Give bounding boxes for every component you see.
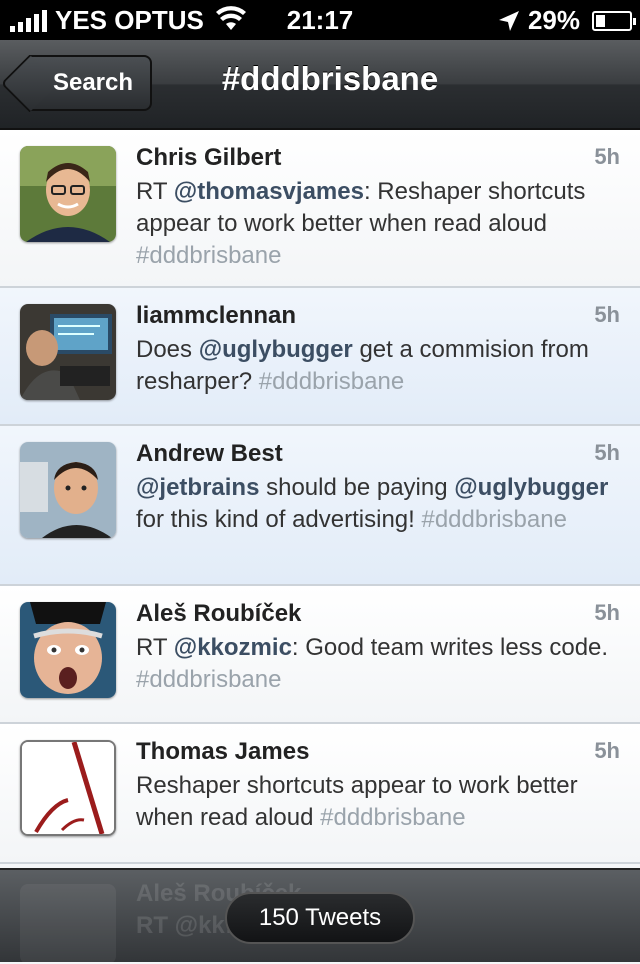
hashtag-link[interactable]: #dddbrisbane <box>136 666 281 693</box>
tweet-time: 5h <box>594 302 620 327</box>
avatar[interactable] <box>20 602 116 698</box>
tweet-text: @jetbrains should be paying @uglybugger … <box>136 472 626 536</box>
avatar[interactable] <box>20 740 116 836</box>
tweet-row[interactable]: Andrew Best 5h @jetbrains should be payi… <box>0 426 640 586</box>
navigation-bar: Search #dddbrisbane <box>0 40 640 130</box>
back-button-label: Search <box>52 69 134 96</box>
battery-percent: 29% <box>527 5 580 35</box>
tweet-list[interactable]: Chris Gilbert 5h RT @thomasvjames: Resha… <box>0 130 640 864</box>
avatar[interactable] <box>20 442 116 538</box>
hashtag-link[interactable]: #dddbrisbane <box>259 368 404 395</box>
tweet-row[interactable]: Aleš Roubíček 5h RT @kkozmic: Good team … <box>0 586 640 724</box>
peek-avatar <box>20 884 116 964</box>
tweet-author: Thomas James <box>136 738 310 765</box>
tweet-text-fragment: : Good team writes less code. <box>291 634 609 661</box>
tweet-text: RT @thomasvjames: Reshaper shortcuts app… <box>136 176 626 272</box>
bottom-bar: Aleš Roubíček RT @kk… vs them" on 150 Tw… <box>0 868 640 964</box>
tweet-text: RT @kkozmic: Good team writes less code.… <box>136 632 626 696</box>
tweet-text-fragment: RT <box>136 178 174 205</box>
tweet-author: liammclennan <box>136 302 297 329</box>
tweet-author: Andrew Best <box>136 440 283 467</box>
tweet-text: Reshaper shortcuts appear to work better… <box>136 770 626 834</box>
hashtag-link[interactable]: #dddbrisbane <box>136 242 281 269</box>
avatar[interactable] <box>20 146 116 242</box>
tweet-text-fragment: for this kind of advertising! <box>136 506 422 533</box>
location-arrow-icon <box>498 10 519 31</box>
hashtag-link[interactable]: #dddbrisbane <box>320 804 465 831</box>
mention-link[interactable]: @uglybugger <box>454 474 608 501</box>
battery-icon: ⚡ <box>592 10 636 31</box>
tweet-author: Aleš Roubíček <box>136 600 302 627</box>
tweet-row[interactable]: liammclennan 5h Does @uglybugger get a c… <box>0 288 640 426</box>
tweet-time: 5h <box>594 440 620 465</box>
tweet-author: Chris Gilbert <box>136 144 282 171</box>
page-title: #dddbrisbane <box>221 60 439 97</box>
mention-link[interactable]: @thomasvjames <box>174 178 364 205</box>
tweet-text-fragment: RT <box>136 634 174 661</box>
tweet-text-fragment: Does <box>136 336 199 363</box>
tweet-row[interactable]: Thomas James 5h Reshaper shortcuts appea… <box>0 724 640 864</box>
mention-link[interactable]: @kkozmic <box>174 634 292 661</box>
tweet-time: 5h <box>594 738 620 763</box>
mention-link[interactable]: @jetbrains <box>136 474 259 501</box>
tweet-row[interactable]: Chris Gilbert 5h RT @thomasvjames: Resha… <box>0 130 640 288</box>
status-bar: YES OPTUS 21:17 29% ⚡ <box>0 0 640 40</box>
avatar[interactable] <box>20 304 116 400</box>
mention-link[interactable]: @uglybugger <box>199 336 353 363</box>
tweet-text: Does @uglybugger get a commision from re… <box>136 334 626 398</box>
tweet-time: 5h <box>594 600 620 625</box>
tweet-count-button[interactable]: 150 Tweets <box>225 892 415 944</box>
back-search-button[interactable]: Search <box>30 55 152 111</box>
tweet-text-fragment: should be paying <box>259 474 455 501</box>
tweet-time: 5h <box>594 144 620 169</box>
hashtag-link[interactable]: #dddbrisbane <box>421 506 566 533</box>
